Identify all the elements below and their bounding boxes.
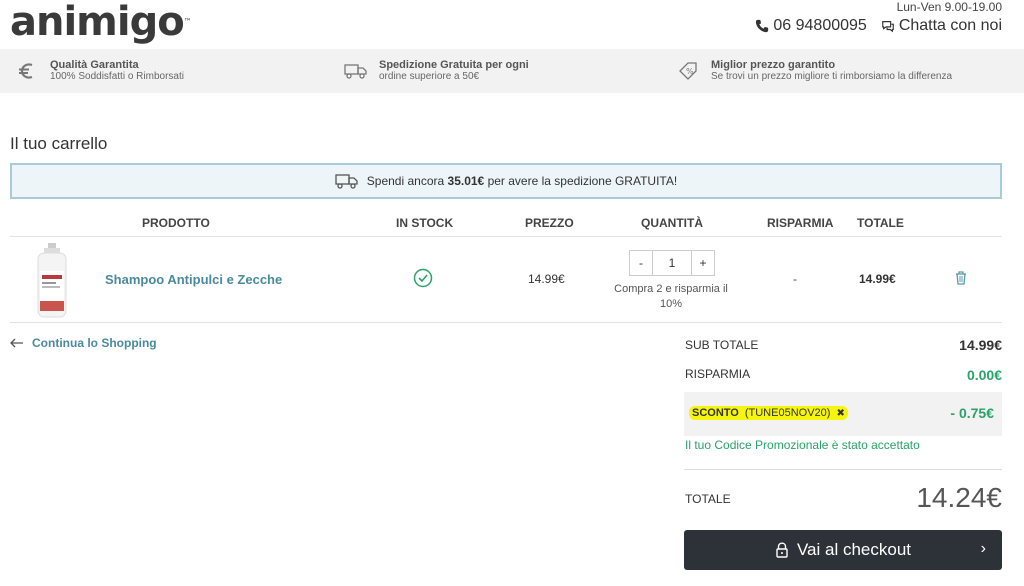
savings-value: 0.00€ [966,367,1002,383]
percent-tag-icon: % [675,58,701,84]
total-label: TOTALE [685,492,731,506]
product-savings: - [793,272,797,286]
checkout-label: Vai al checkout [796,540,912,559]
discount-row: SCONTO (TUNE05NOV20) ✖ - 0.75€ [684,392,1002,436]
benefits-bar: Qualità Garantita 100% Soddisfatti o Rim… [0,49,1024,93]
euro-icon [14,58,40,84]
promo-accepted-message: Il tuo Codice Promozionale è stato accet… [685,438,920,452]
quantity-promo-note: Compra 2 e risparmia il 10% [614,283,728,310]
quantity-stepper: - 1 + [629,250,715,276]
divider [684,469,1002,470]
benefit-subtitle: ordine superiore a 50€ [379,71,480,82]
phone-icon [756,19,769,33]
chat-icon [881,21,894,33]
banner-amount: 35.01€ [447,174,485,188]
column-in-stock: IN STOCK [396,216,454,230]
product-name-link[interactable]: Shampoo Antipulci e Zecche [105,272,282,287]
discount-code: (TUNE05NOV20) [744,407,831,419]
subtotal-label: SUB TOTALE [685,338,759,352]
opening-hours: Lun-Ven 9.00-19.00 [896,0,1002,14]
chat-link[interactable]: Chatta con noi [881,17,1002,35]
cart-table-header: PRODOTTO IN STOCK PREZZO QUANTITÀ RISPAR… [10,214,1002,236]
benefit-best-price: % Miglior prezzo garantito Se trovi un p… [675,49,952,93]
checkout-button[interactable]: Vai al checkout › [684,530,1002,570]
svg-text:%: % [686,67,694,76]
column-total: TOTALE [857,216,904,230]
discount-code-highlight: SCONTO (TUNE05NOV20) ✖ [689,406,848,420]
qty-increment-button[interactable]: + [692,251,714,275]
total-value: 14.24€ [916,482,1002,513]
benefit-subtitle: Se trovi un prezzo migliore ti rimborsia… [711,71,953,82]
divider [10,322,1002,323]
in-stock-check-icon [413,268,433,293]
qty-decrement-button[interactable]: - [630,251,652,275]
subtotal-value: 14.99€ [959,337,1002,353]
chat-label: Chatta con noi [898,17,1002,34]
banner-prefix: Spendi ancora [366,174,445,188]
animigo-logo[interactable]: animigo™ [10,2,192,42]
discount-label: SCONTO [692,407,739,419]
site-header: animigo™ Lun-Ven 9.00-19.00 06 94800095 … [0,0,1024,48]
logo-trademark: ™ [183,17,192,26]
benefit-title: Spedizione Gratuita per ogni [379,59,529,71]
header-contacts: 06 94800095 Chatta con noi [755,17,1002,35]
column-price: PREZZO [525,216,574,230]
arrow-left-icon [10,338,23,348]
banner-suffix: per avere la spedizione GRATUITA! [487,174,678,188]
truck-icon [343,58,369,84]
benefit-subtitle: 100% Soddisfatti o Rimborsati [50,71,184,82]
column-product: PRODOTTO [142,216,210,230]
product-total: 14.99€ [859,272,896,286]
continue-shopping-label: Continua lo Shopping [32,336,157,350]
column-savings: RISPARMIA [767,216,834,230]
benefit-quality: Qualità Garantita 100% Soddisfatti o Rim… [14,49,184,93]
benefit-title: Qualità Garantita [50,59,139,71]
product-image[interactable] [26,241,78,319]
product-price: 14.99€ [528,272,565,286]
phone-number: 06 94800095 [773,17,867,34]
remove-discount-icon[interactable]: ✖ [836,408,844,419]
logo-text: animigo [10,0,185,45]
savings-label: RISPARMIA [685,367,751,381]
column-quantity: QUANTITÀ [641,216,703,230]
continue-shopping-link[interactable]: Continua lo Shopping [10,336,157,350]
lock-icon [776,542,788,558]
free-shipping-banner: Spendi ancora 35.01€ per avere la spediz… [10,163,1002,199]
phone-link[interactable]: 06 94800095 [755,17,867,35]
chevron-right-icon: › [980,540,986,557]
table-row: Shampoo Antipulci e Zecche 14.99€ - 1 + … [10,237,1002,322]
qty-input[interactable]: 1 [652,251,692,275]
benefit-title: Miglior prezzo garantito [711,59,836,71]
benefit-shipping: Spedizione Gratuita per ogni ordine supe… [343,49,529,93]
discount-value: - 0.75€ [950,405,994,421]
trash-icon[interactable] [955,271,967,290]
page-title: Il tuo carrello [10,134,108,153]
truck-icon [335,174,358,189]
